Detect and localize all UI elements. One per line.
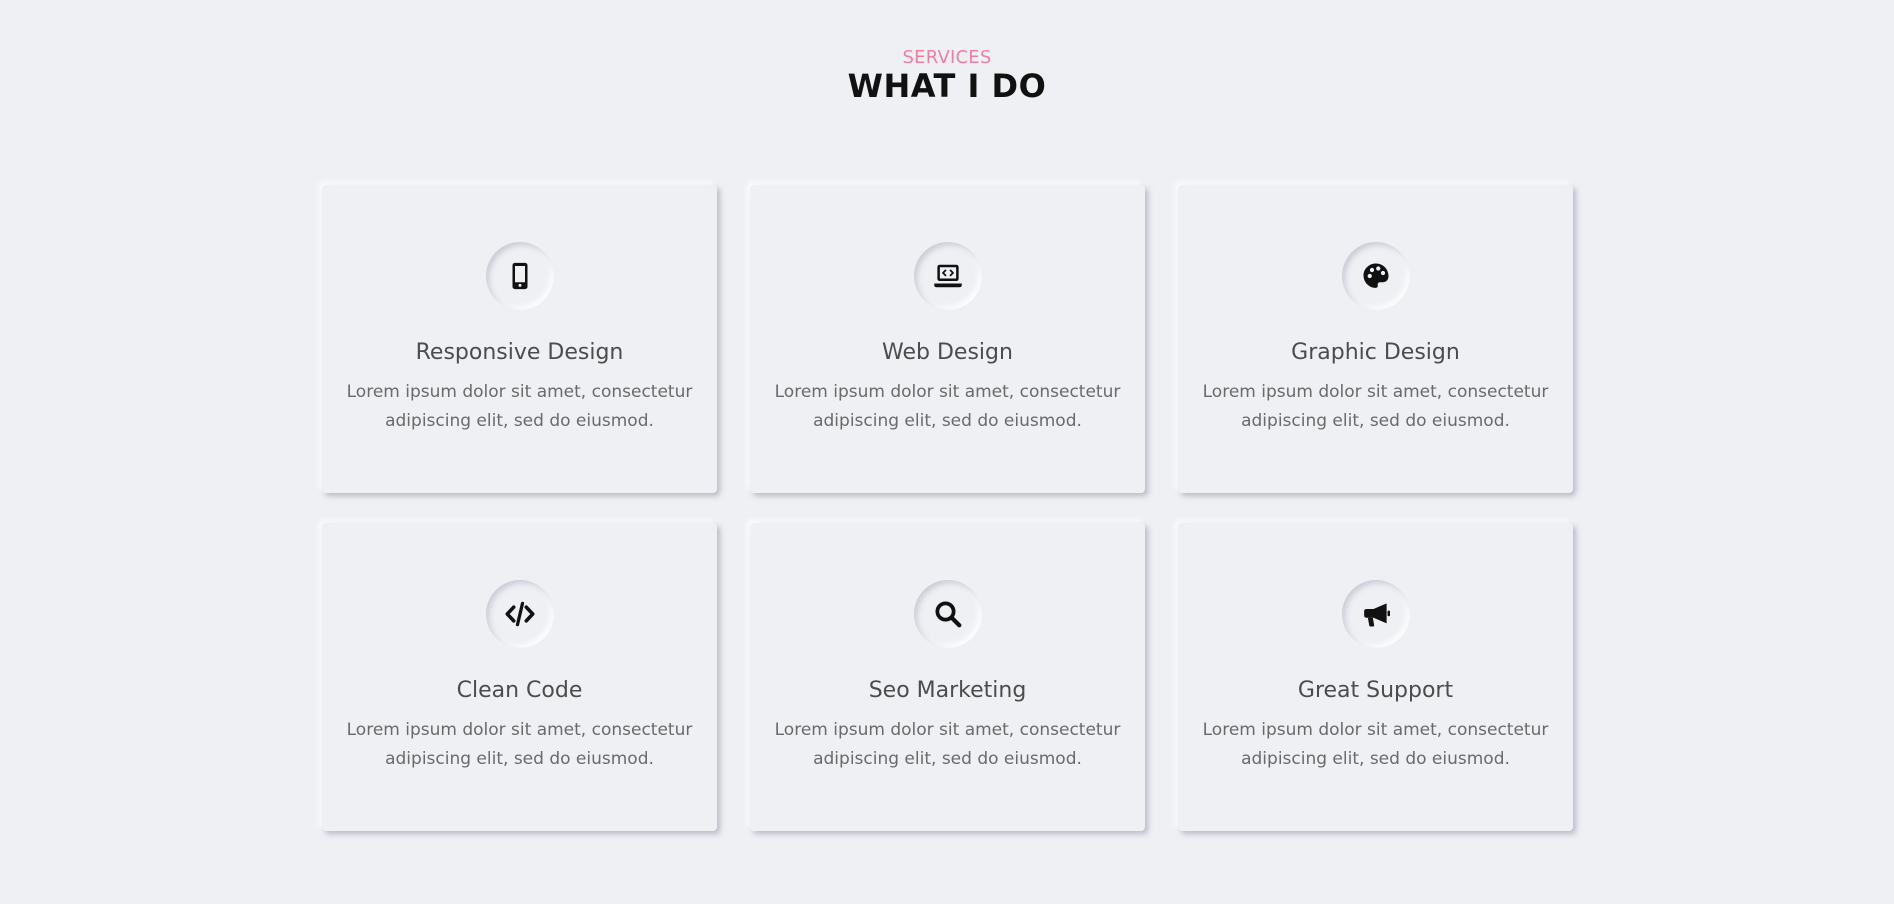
code-icon xyxy=(485,580,554,648)
section-title: WHAT I DO xyxy=(847,67,1047,105)
palette-icon xyxy=(1341,242,1410,310)
laptop-code-icon xyxy=(913,242,982,310)
service-description: Lorem ipsum dolor sit amet, consectetur … xyxy=(774,720,1121,769)
service-title: Graphic Design xyxy=(1291,340,1460,365)
service-description: Lorem ipsum dolor sit amet, consectetur … xyxy=(346,382,693,431)
megaphone-icon xyxy=(1341,580,1410,648)
service-card-web-design: Web Design Lorem ipsum dolor sit amet, c… xyxy=(750,185,1145,493)
service-title: Web Design xyxy=(882,340,1013,365)
service-title: Responsive Design xyxy=(415,340,624,365)
service-card-clean-code: Clean Code Lorem ipsum dolor sit amet, c… xyxy=(322,523,717,831)
service-title: Great Support xyxy=(1297,678,1454,703)
service-title: Clean Code xyxy=(456,678,583,703)
service-description: Lorem ipsum dolor sit amet, consectetur … xyxy=(1202,382,1549,431)
service-card-seo-marketing: Seo Marketing Lorem ipsum dolor sit amet… xyxy=(750,523,1145,831)
service-card-great-support: Great Support Lorem ipsum dolor sit amet… xyxy=(1178,523,1573,831)
service-card-responsive-design: Responsive Design Lorem ipsum dolor sit … xyxy=(322,185,717,493)
services-grid: Responsive Design Lorem ipsum dolor sit … xyxy=(322,185,1573,831)
service-card-graphic-design: Graphic Design Lorem ipsum dolor sit ame… xyxy=(1178,185,1573,493)
search-icon xyxy=(913,580,982,648)
service-description: Lorem ipsum dolor sit amet, consectetur … xyxy=(774,382,1121,431)
service-description: Lorem ipsum dolor sit amet, consectetur … xyxy=(346,720,693,769)
section-header: SERVICES WHAT I DO xyxy=(0,47,1894,105)
service-description: Lorem ipsum dolor sit amet, consectetur … xyxy=(1202,720,1549,769)
service-title: Seo Marketing xyxy=(868,678,1027,703)
mobile-icon xyxy=(485,242,554,310)
section-eyebrow: SERVICES xyxy=(902,47,992,68)
